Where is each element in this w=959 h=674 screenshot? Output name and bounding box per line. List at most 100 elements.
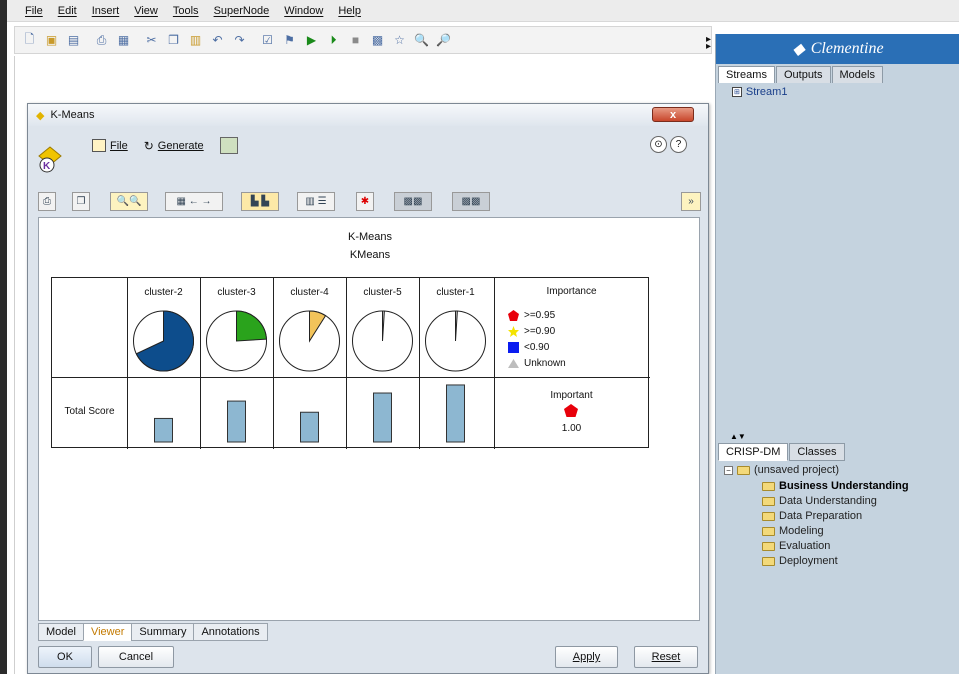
generate-icon: ↻ bbox=[143, 138, 154, 153]
print-icon[interactable]: ⎙ bbox=[93, 32, 110, 48]
chart-view-icon[interactable]: ▩▩ bbox=[452, 192, 490, 211]
tab-viewer[interactable]: Viewer bbox=[82, 623, 133, 641]
export-icon[interactable]: ❐ bbox=[72, 192, 90, 211]
window-frame bbox=[0, 0, 7, 674]
managers-panel: ◆ Clementine Streams Outputs Models ⊞ St… bbox=[715, 34, 959, 674]
context-help-icon[interactable]: ⊙ bbox=[650, 136, 667, 153]
menu-insert[interactable]: Insert bbox=[92, 5, 120, 17]
star-icon[interactable]: ☆ bbox=[391, 32, 408, 48]
save-icon[interactable]: ▤ bbox=[65, 32, 82, 48]
dialog-titlebar[interactable]: ◆ K-Means bbox=[28, 104, 708, 126]
menu-edit[interactable]: Edit bbox=[58, 5, 77, 17]
cancel-button[interactable]: Cancel bbox=[98, 646, 174, 668]
phase-label: Data Understanding bbox=[779, 495, 877, 507]
menu-file[interactable]: File bbox=[25, 5, 43, 17]
project-root[interactable]: − (unsaved project) bbox=[724, 464, 839, 476]
brand-name: Clementine bbox=[810, 40, 884, 57]
model-nugget-icon[interactable] bbox=[219, 137, 238, 154]
zoom-icon[interactable]: 🔍🔍 bbox=[110, 192, 148, 211]
phase-item[interactable]: Evaluation bbox=[762, 540, 830, 552]
menu-tools[interactable]: Tools bbox=[173, 5, 199, 17]
zoom-in-icon[interactable]: 🔍 bbox=[413, 32, 430, 48]
pivot-arrows-icon[interactable]: ▦ ← → bbox=[165, 192, 223, 211]
pie-slice bbox=[236, 310, 267, 342]
legend-item: >=0.90 bbox=[508, 326, 555, 337]
phase-item[interactable]: Business Understanding bbox=[762, 480, 909, 492]
phase-item[interactable]: Deployment bbox=[762, 555, 838, 567]
zoom-out-icon[interactable]: 🔎 bbox=[435, 32, 452, 48]
svg-text:K: K bbox=[43, 161, 51, 172]
print-preview-icon[interactable]: ▦ bbox=[115, 32, 132, 48]
folder-icon bbox=[762, 511, 775, 521]
collapse-arrows-icon[interactable]: ▲▼ bbox=[730, 432, 746, 441]
legend-label: Unknown bbox=[524, 358, 566, 369]
score-bar bbox=[446, 384, 465, 443]
main-toolbar: 🗋 ▣ ▤ ⎙ ▦ ✂ ❐ ▥ ↶ ↷ ☑ ⚑ ▶ ⏵ ■ ▩ ☆ 🔍 🔎 bbox=[14, 26, 712, 54]
tree-collapse-icon[interactable]: − bbox=[724, 465, 733, 475]
paste-icon[interactable]: ▥ bbox=[187, 32, 204, 48]
menu-window[interactable]: Window bbox=[284, 5, 323, 17]
close-button[interactable]: x bbox=[652, 107, 694, 122]
score-bar bbox=[227, 400, 246, 443]
score-bar bbox=[373, 392, 392, 443]
more-tools-button[interactable]: » bbox=[681, 192, 701, 211]
table-view-icon[interactable]: ▥ ☰ bbox=[297, 192, 335, 211]
stream-label: Stream1 bbox=[745, 86, 788, 98]
triangle-grey-icon bbox=[508, 359, 519, 368]
tab-outputs[interactable]: Outputs bbox=[775, 66, 831, 84]
run-stream-icon[interactable]: ⏵ bbox=[325, 32, 342, 48]
kmeans-model-icon: K bbox=[38, 146, 62, 173]
menu-supernode[interactable]: SuperNode bbox=[214, 5, 270, 17]
ok-button[interactable]: OK bbox=[38, 646, 92, 668]
undo-icon[interactable]: ↶ bbox=[209, 32, 226, 48]
stream-properties-icon[interactable]: ▩ bbox=[369, 32, 386, 48]
help-buttons: ⊙ ? bbox=[650, 136, 687, 153]
print-icon[interactable]: ⎙ bbox=[38, 192, 56, 211]
run-icon[interactable]: ▶ bbox=[303, 32, 320, 48]
project-root-label: (unsaved project) bbox=[754, 464, 839, 476]
tab-crisp-dm[interactable]: CRISP-DM bbox=[718, 443, 789, 461]
execute-selection-icon[interactable]: ⚑ bbox=[281, 32, 298, 48]
stop-icon[interactable]: ■ bbox=[347, 32, 364, 48]
apply-button[interactable]: Apply bbox=[555, 646, 618, 668]
phase-label: Deployment bbox=[779, 555, 838, 567]
legend-item: <0.90 bbox=[508, 342, 549, 353]
tab-models[interactable]: Models bbox=[831, 66, 883, 84]
phase-item[interactable]: Data Preparation bbox=[762, 510, 862, 522]
tab-classes[interactable]: Classes bbox=[789, 443, 845, 461]
redo-icon[interactable]: ↷ bbox=[231, 32, 248, 48]
brand-banner: ◆ Clementine bbox=[716, 34, 959, 64]
cluster-pies bbox=[133, 310, 486, 443]
cut-icon[interactable]: ✂ bbox=[143, 32, 160, 48]
open-folder-icon[interactable]: ▣ bbox=[43, 32, 60, 48]
stream-item[interactable]: ⊞ Stream1 bbox=[732, 86, 787, 98]
cluster-viewer: K-Means KMeans cluster-2 cluster-3 clust… bbox=[38, 217, 700, 621]
panel-splitter[interactable]: ▸ ▸ bbox=[706, 35, 714, 52]
phase-item[interactable]: Modeling bbox=[762, 525, 824, 537]
menu-view[interactable]: View bbox=[134, 5, 158, 17]
folder-icon bbox=[762, 556, 775, 566]
grid-view-icon[interactable]: ▩▩ bbox=[394, 192, 432, 211]
copy-icon[interactable]: ❐ bbox=[165, 32, 182, 48]
reset-button[interactable]: Reset bbox=[634, 646, 698, 668]
crisp-tree: − (unsaved project) Business Understandi… bbox=[718, 462, 958, 674]
tab-annotations[interactable]: Annotations bbox=[193, 623, 268, 641]
phase-label: Business Understanding bbox=[779, 480, 909, 492]
legend-label: >=0.90 bbox=[524, 326, 556, 337]
help-button[interactable]: ? bbox=[670, 136, 687, 153]
tab-summary[interactable]: Summary bbox=[131, 623, 195, 641]
file-menu[interactable]: File bbox=[92, 139, 128, 152]
manager-tabs: Streams Outputs Models bbox=[718, 66, 884, 84]
tab-streams[interactable]: Streams bbox=[718, 66, 775, 84]
viewer-title: K-Means bbox=[347, 231, 393, 243]
score-bar bbox=[300, 411, 319, 443]
viewer-toolbar: ⎙ ❐ 🔍🔍 ▦ ← → ▙ ▙ ▥ ☰ ✱ ▩▩ ▩▩ » bbox=[38, 192, 702, 212]
tab-model[interactable]: Model bbox=[38, 623, 84, 641]
sort-bars-icon[interactable]: ▙ ▙ bbox=[241, 192, 279, 211]
generate-menu[interactable]: ↻ Generate bbox=[144, 139, 204, 153]
menu-help[interactable]: Help bbox=[338, 5, 361, 17]
check-icon[interactable]: ☑ bbox=[259, 32, 276, 48]
new-file-icon[interactable]: 🗋 bbox=[21, 32, 38, 48]
importance-icon[interactable]: ✱ bbox=[356, 192, 374, 211]
phase-item[interactable]: Data Understanding bbox=[762, 495, 877, 507]
